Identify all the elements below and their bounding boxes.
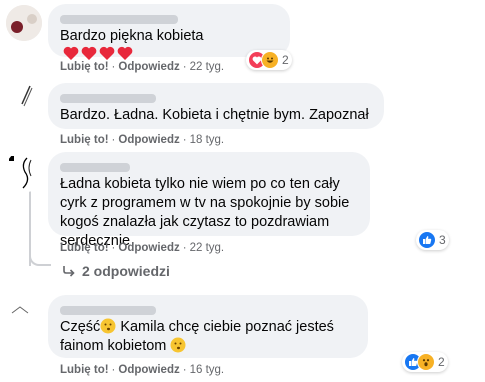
reaction-count: 2: [438, 355, 445, 369]
avatar-photo-icon: [8, 80, 44, 116]
avatar-photo-icon: [6, 5, 42, 41]
reaction-count: 3: [439, 233, 446, 247]
replies-count-label: 2 odpowiedzi: [82, 263, 170, 279]
laugh-icon: [261, 51, 279, 69]
comment-timestamp[interactable]: 22 tyg.: [190, 242, 225, 254]
reply-arrow-icon: [63, 266, 75, 277]
comment-author[interactable]: [60, 11, 278, 25]
reaction-summary[interactable]: 3: [416, 230, 449, 250]
comment-author[interactable]: [60, 90, 372, 104]
comment-actions: Lubię to! · Odpowiedz · 22 tyg.: [60, 61, 225, 73]
avatar[interactable]: [6, 293, 44, 331]
reply-button[interactable]: Odpowiedz: [118, 364, 179, 376]
comment-bubble: Bardzo piękna kobieta: [48, 4, 290, 60]
wow-icon: [417, 353, 435, 371]
reply-button[interactable]: Odpowiedz: [118, 61, 179, 73]
avatar[interactable]: [6, 5, 42, 41]
reaction-count: 2: [282, 53, 289, 67]
avatar-photo-icon: [6, 293, 44, 331]
comment-actions: Lubię to! · Odpowiedz · 18 tyg.: [60, 134, 225, 146]
avatar[interactable]: [8, 80, 44, 116]
comment-text: Bardzo piękna kobieta: [60, 28, 204, 44]
avatar[interactable]: [5, 150, 47, 192]
comment-bubble: Bardzo. Ładna. Kobieta i chętnie bym. Za…: [48, 83, 384, 129]
reaction-summary[interactable]: 2: [246, 50, 292, 70]
comment-bubble: Część Kamila chcę ciebie poznać jesteś f…: [48, 295, 368, 358]
red-heart-icon: [99, 46, 115, 60]
like-button[interactable]: Lubię to!: [60, 242, 109, 254]
comment-author[interactable]: [60, 302, 356, 316]
like-icon: [418, 231, 436, 249]
reply-button[interactable]: Odpowiedz: [118, 134, 179, 146]
comment-actions: Lubię to! · Odpowiedz · 22 tyg.: [60, 242, 225, 254]
comment-bubble: Ładna kobieta tylko nie wiem po co ten c…: [48, 152, 370, 249]
red-heart-icon: [63, 46, 79, 60]
comment-timestamp[interactable]: 18 tyg.: [190, 134, 225, 146]
comment-actions: Lubię to! · Odpowiedz · 16 tyg.: [60, 364, 225, 376]
view-replies-link[interactable]: 2 odpowiedzi: [62, 263, 170, 279]
kissing-face-emoji-icon: [170, 337, 186, 353]
reply-button[interactable]: Odpowiedz: [118, 242, 179, 254]
avatar-photo-icon: [5, 150, 47, 192]
comment-text: Ładna kobieta tylko nie wiem po co ten c…: [60, 176, 350, 249]
like-button[interactable]: Lubię to!: [60, 364, 109, 376]
comment-timestamp[interactable]: 16 tyg.: [190, 364, 225, 376]
thread-connector-curve: [29, 250, 51, 266]
heart-emoji-row: [63, 46, 133, 61]
reaction-summary[interactable]: 2: [402, 352, 448, 372]
like-button[interactable]: Lubię to!: [60, 61, 109, 73]
comment-timestamp[interactable]: 22 tyg.: [190, 61, 225, 73]
comment-author[interactable]: [60, 159, 358, 173]
comment-text: Bardzo. Ładna. Kobieta i chętnie bym. Za…: [60, 107, 369, 123]
red-heart-icon: [81, 46, 97, 60]
like-button[interactable]: Lubię to!: [60, 134, 109, 146]
comment-text: Część: [60, 319, 101, 335]
red-heart-icon: [117, 46, 133, 60]
kissing-face-emoji-icon: [100, 318, 116, 334]
